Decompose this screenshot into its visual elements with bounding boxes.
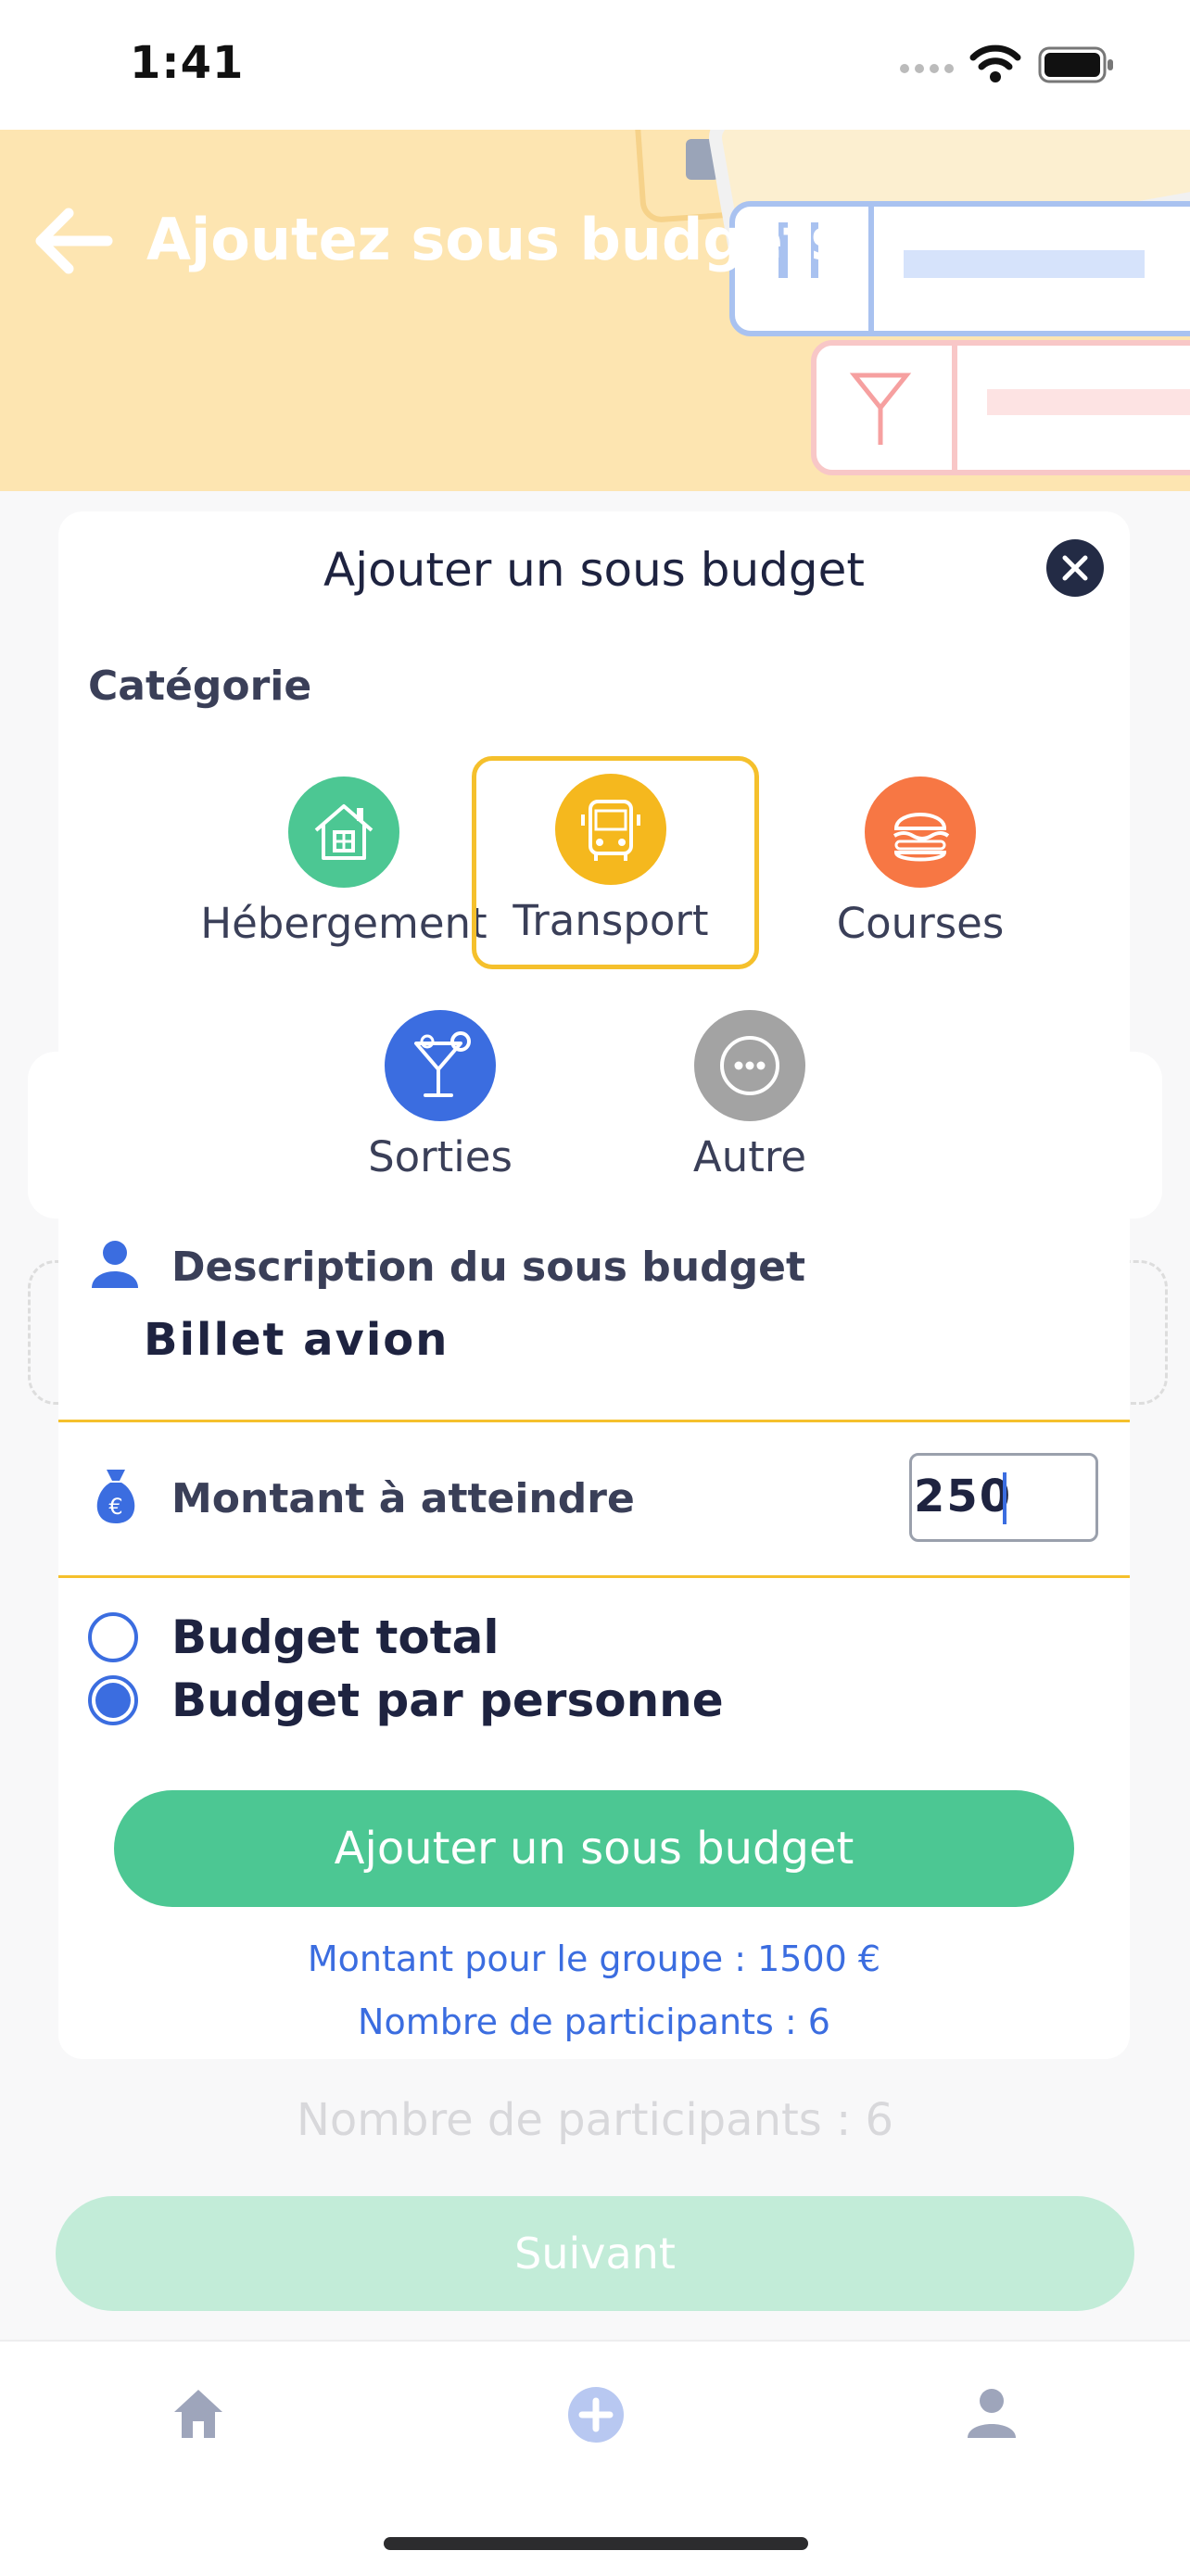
category-circle: [555, 774, 666, 885]
profile-icon[interactable]: [964, 2386, 1019, 2442]
divider: [58, 1420, 1130, 1422]
category-courses[interactable]: Courses: [781, 760, 1059, 964]
description-label: Description du sous budget: [171, 1244, 805, 1291]
svg-text:€: €: [108, 1494, 122, 1520]
more-icon: [720, 1036, 779, 1095]
header-illustration: [633, 130, 1190, 475]
budget-per-person-label[interactable]: Budget par personne: [171, 1673, 724, 1727]
budget-total-label[interactable]: Budget total: [171, 1610, 500, 1664]
text-caret: [1003, 1472, 1006, 1524]
category-circle: [694, 1010, 805, 1121]
category-label-courses: Courses: [836, 899, 1005, 948]
back-arrow-icon[interactable]: [28, 204, 120, 278]
amount-value: 250: [914, 1471, 1013, 1522]
description-input[interactable]: Billet avion: [144, 1314, 449, 1366]
signal-icon: [900, 64, 954, 73]
amount-input[interactable]: 250: [909, 1453, 1098, 1542]
participants-text: Nombre de participants : 6: [358, 2001, 830, 2042]
radio-dot: [95, 1683, 131, 1718]
category-circle: [385, 1010, 496, 1121]
amount-label: Montant à atteindre: [171, 1475, 635, 1522]
add-sub-budget-modal: Ajouter un sous budget Catégorie Héberge…: [58, 511, 1130, 2059]
wifi-icon: [969, 44, 1021, 82]
budget-total-radio[interactable]: [88, 1612, 138, 1662]
house-icon: [314, 804, 373, 860]
cocktail-icon: [414, 1031, 471, 1097]
burger-icon: [892, 813, 950, 862]
bus-icon: [581, 800, 640, 861]
user-icon: [92, 1241, 138, 1288]
modal-title: Ajouter un sous budget: [323, 543, 865, 597]
status-bar: 1:41: [0, 0, 1190, 130]
group-amount-text: Montant pour le groupe : 1500 €: [307, 1938, 881, 1979]
status-time: 1:41: [130, 37, 245, 89]
category-transport[interactable]: Transport: [472, 756, 759, 969]
category-autre[interactable]: Autre: [611, 993, 889, 1197]
home-indicator: [384, 2537, 808, 2550]
category-circle: [288, 777, 399, 888]
add-sub-budget-button[interactable]: Ajouter un sous budget: [114, 1790, 1074, 1907]
budget-per-person-radio[interactable]: [88, 1675, 138, 1725]
money-bag-icon: €: [96, 1470, 135, 1523]
home-icon[interactable]: [171, 2386, 226, 2442]
category-sorties[interactable]: Sorties: [301, 993, 579, 1197]
category-label-transport: Transport: [513, 896, 709, 945]
header-banner: Ajoutez sous budgets: [0, 130, 1190, 491]
background-participants-text: Nombre de participants : 6: [296, 2094, 894, 2146]
close-button[interactable]: [1046, 539, 1104, 597]
category-label: Catégorie: [88, 663, 312, 710]
next-button[interactable]: Suivant: [56, 2196, 1134, 2311]
close-icon: [1062, 555, 1088, 581]
category-circle: [865, 777, 976, 888]
category-label-autre: Autre: [692, 1132, 807, 1181]
divider: [58, 1575, 1130, 1578]
page-title: Ajoutez sous budgets: [146, 206, 845, 273]
add-icon[interactable]: [567, 2386, 625, 2443]
category-label-sorties: Sorties: [368, 1132, 513, 1181]
battery-icon: [1038, 46, 1113, 83]
